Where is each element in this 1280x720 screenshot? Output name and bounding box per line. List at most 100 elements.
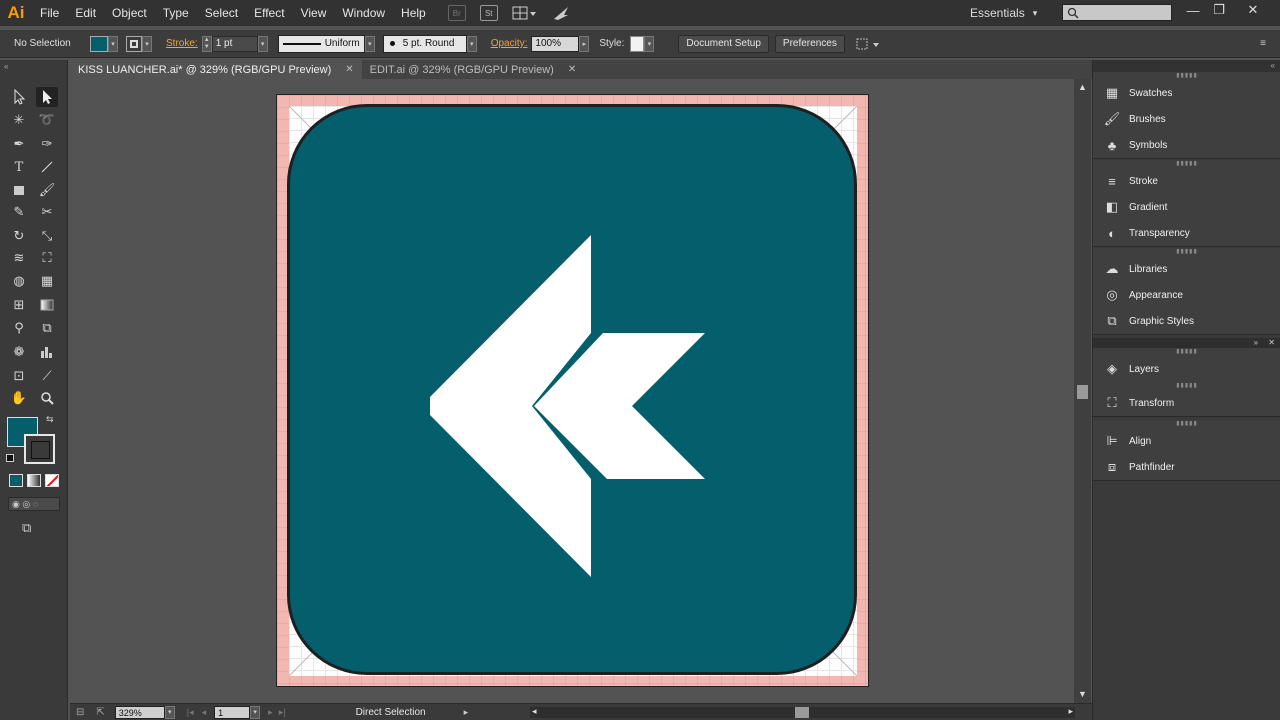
tab-edit[interactable]: EDIT.ai @ 329% (RGB/GPU Preview) ✕ [361, 60, 585, 79]
artboard-number-input[interactable]: 1 [214, 705, 251, 719]
menu-file[interactable]: File [32, 0, 67, 26]
stroke-weight-dropdown[interactable]: ▾ [257, 35, 268, 52]
chevron-left-icon[interactable] [430, 235, 720, 580]
menu-window[interactable]: Window [334, 0, 393, 26]
stroke-dropdown[interactable]: ▾ [142, 35, 152, 52]
blend-icon[interactable]: ⧉ [36, 318, 58, 338]
stroke-panel-link[interactable]: Stroke: [166, 38, 198, 49]
panel-swatches[interactable]: ▦ Swatches [1093, 80, 1280, 106]
zoom-icon[interactable] [36, 388, 58, 408]
hand-icon[interactable]: ✋ [8, 388, 30, 408]
search-input[interactable] [1062, 4, 1172, 21]
column-graph-icon[interactable] [36, 342, 58, 362]
gradient-icon[interactable] [36, 295, 58, 315]
document-setup-button[interactable]: Document Setup [678, 34, 769, 53]
panel-symbols[interactable]: ♣ Symbols [1093, 132, 1280, 158]
panel-grip[interactable]: ▮▮▮▮▮ [1093, 420, 1280, 428]
pen-icon[interactable]: ✒ [8, 134, 30, 154]
canvas-area[interactable] [70, 79, 1074, 703]
panel-layers[interactable]: ◈ Layers [1093, 356, 1280, 382]
panel-transform[interactable]: ⛶ Transform [1093, 390, 1280, 416]
graphic-style-swatch[interactable] [630, 35, 645, 52]
collapse-toolbox-icon[interactable]: « [4, 62, 8, 71]
brush-definition[interactable]: 5 pt. Round [382, 34, 467, 53]
scroll-left-icon[interactable]: ◂ [532, 706, 537, 717]
menu-effect[interactable]: Effect [246, 0, 292, 26]
artboard-icon[interactable]: ⊡ [8, 366, 30, 386]
stroke-color-swatch[interactable] [126, 35, 142, 52]
brush-dropdown[interactable]: ▾ [466, 35, 477, 52]
status-menu-icon[interactable]: ▸ [464, 707, 469, 718]
menu-view[interactable]: View [293, 0, 335, 26]
prev-artboard-icon[interactable]: ◂ [202, 707, 207, 718]
restore-button[interactable]: ❐ [1206, 0, 1232, 20]
panel-grip[interactable]: ▮▮▮▮▮ [1093, 382, 1280, 390]
magic-wand-icon[interactable]: ✳ [8, 110, 30, 130]
gradient-mode-icon[interactable] [27, 474, 41, 487]
collapse-dock-icon[interactable]: « [1093, 60, 1280, 72]
drawing-modes-icon[interactable]: ◉ ◎ ◌ [8, 497, 60, 511]
expand-panels-icon[interactable]: » [1254, 338, 1258, 347]
gpu-performance-icon[interactable] [552, 5, 570, 21]
mesh-icon[interactable]: ⊞ [8, 295, 30, 315]
menu-help[interactable]: Help [393, 0, 434, 26]
workspace-switcher[interactable]: Essentials ▾ [970, 0, 1037, 26]
width-icon[interactable]: ≋ [8, 248, 30, 268]
shape-builder-icon[interactable]: ◍ [8, 271, 30, 291]
stroke-weight-stepper[interactable]: ▲ ▼ [201, 35, 212, 52]
slice-icon[interactable]: ⟋ [36, 366, 58, 386]
scroll-down-icon[interactable]: ▼ [1078, 689, 1087, 699]
stroke-weight-input[interactable]: 1 pt [211, 35, 258, 52]
none-mode-icon[interactable] [45, 474, 59, 487]
minimize-button[interactable]: — [1180, 0, 1206, 20]
opacity-input[interactable]: 100% [531, 35, 580, 52]
close-icon[interactable]: ✕ [345, 64, 353, 75]
close-icon[interactable]: ✕ [568, 64, 576, 75]
panel-stroke[interactable]: ≡ Stroke [1093, 168, 1280, 194]
artboard[interactable] [276, 94, 869, 687]
menu-object[interactable]: Object [104, 0, 155, 26]
panel-brushes[interactable]: 🖌 Brushes [1093, 106, 1280, 132]
default-colors-icon[interactable] [6, 454, 14, 462]
screen-mode-icon[interactable]: ⧉ [22, 520, 31, 536]
panel-libraries[interactable]: ☁ Libraries [1093, 256, 1280, 282]
rotate-icon[interactable]: ↻ [8, 226, 30, 246]
line-icon[interactable] [36, 157, 58, 177]
arrange-documents-icon[interactable] [512, 5, 538, 21]
horizontal-scrollbar[interactable]: ◂ ▸ [530, 706, 1075, 718]
zoom-level-input[interactable]: 329% [114, 705, 165, 719]
symbol-sprayer-icon[interactable]: ❁ [8, 342, 30, 362]
panel-graphic-styles[interactable]: ⧉ Graphic Styles [1093, 308, 1280, 334]
selection-tool-icon[interactable] [8, 87, 30, 107]
perspective-grid-icon[interactable]: ▦ [36, 271, 58, 291]
artboard-dropdown[interactable]: ▾ [250, 705, 261, 719]
curvature-icon[interactable]: ✑ [36, 134, 58, 154]
navigator-icon[interactable]: ⊟ [76, 707, 84, 718]
close-icon[interactable]: ✕ [1268, 338, 1275, 347]
opacity-dropdown[interactable]: ▸ [579, 35, 590, 52]
scroll-up-icon[interactable]: ▲ [1078, 82, 1087, 92]
panel-gradient[interactable]: ◧ Gradient [1093, 194, 1280, 220]
bridge-icon[interactable]: Br [447, 5, 466, 21]
last-artboard-icon[interactable]: ▸| [279, 707, 286, 718]
tab-kiss-launcher[interactable]: KISS LUANCHER.ai* @ 329% (RGB/GPU Previe… [70, 60, 362, 79]
panel-grip[interactable]: ▮▮▮▮▮ [1093, 72, 1280, 80]
profile-dropdown[interactable]: ▾ [364, 35, 375, 52]
opacity-panel-link[interactable]: Opacity: [491, 38, 528, 49]
panel-align[interactable]: ⊫ Align [1093, 428, 1280, 454]
horizontal-scroll-thumb[interactable] [795, 707, 809, 718]
color-mode-icon[interactable] [9, 474, 23, 487]
first-artboard-icon[interactable]: |◂ [187, 707, 194, 718]
panel-pathfinder[interactable]: ⧈ Pathfinder [1093, 454, 1280, 480]
direct-selection-tool-icon[interactable] [36, 87, 58, 107]
align-options-icon[interactable] [855, 36, 883, 52]
panel-appearance[interactable]: ◎ Appearance [1093, 282, 1280, 308]
next-artboard-icon[interactable]: ▸ [268, 707, 273, 718]
zoom-dropdown[interactable]: ▾ [164, 705, 175, 719]
eyedropper-icon[interactable]: ⚲ [8, 318, 30, 338]
panel-menu-icon[interactable]: ≡ [1260, 38, 1266, 49]
preferences-button[interactable]: Preferences [774, 34, 845, 53]
fill-dropdown[interactable]: ▾ [108, 35, 118, 52]
style-dropdown[interactable]: ▾ [644, 35, 655, 52]
scale-icon[interactable]: ⤡ [36, 226, 58, 246]
